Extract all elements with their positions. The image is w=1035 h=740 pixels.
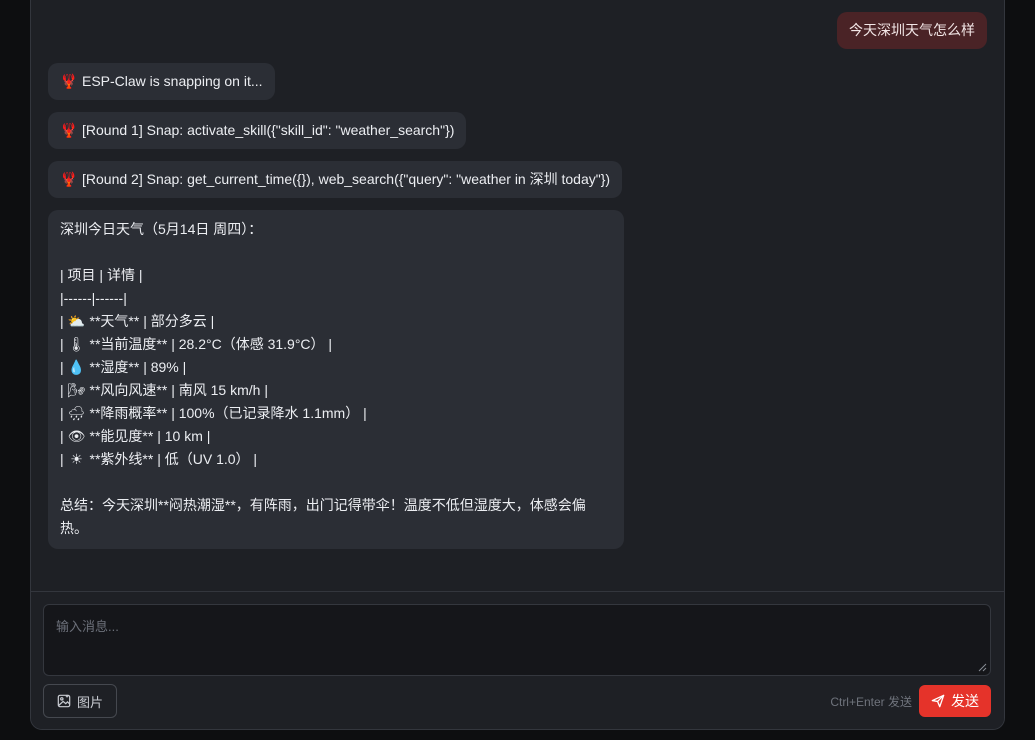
user-message-row: 今天深圳天气怎么样 <box>48 12 987 49</box>
status-message-text: [Round 2] Snap: get_current_time({}), we… <box>82 171 611 187</box>
droplet-icon: 💧 <box>67 359 86 375</box>
send-button[interactable]: 发送 <box>919 685 991 717</box>
eye-icon: 👁 <box>67 428 86 444</box>
status-message-bubble: 🦞 ESP-Claw is snapping on it... <box>48 63 275 100</box>
status-message-row: 🦞 ESP-Claw is snapping on it... <box>48 63 987 100</box>
status-message-bubble: 🦞 [Round 1] Snap: activate_skill({"skill_… <box>48 112 467 149</box>
message-list[interactable]: 今天深圳天气怎么样 🦞 ESP-Claw is snapping on it...… <box>31 0 1004 591</box>
send-icon <box>931 694 945 708</box>
lobster-icon: 🦞 <box>60 122 78 138</box>
image-icon <box>57 694 71 708</box>
sun-cloud-icon: ⛅ <box>67 313 86 329</box>
sun-icon: ☀ <box>70 451 83 467</box>
rain-cloud-icon: 🌧 <box>67 405 86 421</box>
reply-summary: 总结：今天深圳**闷热潮湿**，有阵雨，出门记得带伞！温度不低但湿度大，体感会偏… <box>60 497 586 536</box>
image-upload-button[interactable]: 图片 <box>43 684 117 718</box>
lobster-icon: 🦞 <box>60 73 78 89</box>
composer: 图片 Ctrl+Enter 发送 发送 <box>31 591 1004 729</box>
wind-icon: 🌬 <box>67 382 86 398</box>
reply-table-row: | ⛅ **天气** | 部分多云 | <box>60 310 612 333</box>
lobster-icon: 🦞 <box>60 171 78 187</box>
chat-window: 今天深圳天气怎么样 🦞 ESP-Claw is snapping on it...… <box>30 0 1005 730</box>
status-message-bubble: 🦞 [Round 2] Snap: get_current_time({}), w… <box>48 161 623 198</box>
reply-blank-line <box>60 241 612 264</box>
send-label: 发送 <box>951 693 979 709</box>
reply-table-row: | ☀ **紫外线** | 低（UV 1.0） | <box>60 448 612 471</box>
reply-table-row: | 👁 **能见度** | 10 km | <box>60 425 612 448</box>
reply-table-row: | 💧 **湿度** | 89% | <box>60 356 612 379</box>
status-message-row: 🦞 [Round 1] Snap: activate_skill({"skill_… <box>48 112 987 149</box>
shortcut-hint: Ctrl+Enter 发送 <box>830 695 912 709</box>
thermometer-icon: 🌡 <box>67 336 86 352</box>
reply-table-row: | 🌡 **当前温度** | 28.2°C（体感 31.9°C） | <box>60 333 612 356</box>
assistant-reply-row: 深圳今日天气（5月14日 周四）： | 项目 | 详情 | |------|--… <box>48 210 987 549</box>
assistant-reply-bubble: 深圳今日天气（5月14日 周四）： | 项目 | 详情 | |------|--… <box>48 210 624 549</box>
reply-table-row: | 🌧 **降雨概率** | 100%（已记录降水 1.1mm） | <box>60 402 612 425</box>
reply-heading: 深圳今日天气（5月14日 周四）： <box>60 221 263 237</box>
status-message-row: 🦞 [Round 2] Snap: get_current_time({}), w… <box>48 161 987 198</box>
resize-grip-icon[interactable] <box>977 662 987 672</box>
reply-table-divider: |------|------| <box>60 290 127 306</box>
user-message-bubble: 今天深圳天气怎么样 <box>837 12 987 49</box>
message-input[interactable] <box>43 604 991 676</box>
reply-blank-line <box>60 471 612 494</box>
status-message-text: [Round 1] Snap: activate_skill({"skill_i… <box>82 122 455 138</box>
reply-table-header: | 项目 | 详情 | <box>60 267 143 283</box>
status-message-text: ESP-Claw is snapping on it... <box>82 73 263 89</box>
reply-table-row: | 🌬 **风向风速** | 南风 15 km/h | <box>60 379 612 402</box>
image-upload-label: 图片 <box>76 694 103 710</box>
